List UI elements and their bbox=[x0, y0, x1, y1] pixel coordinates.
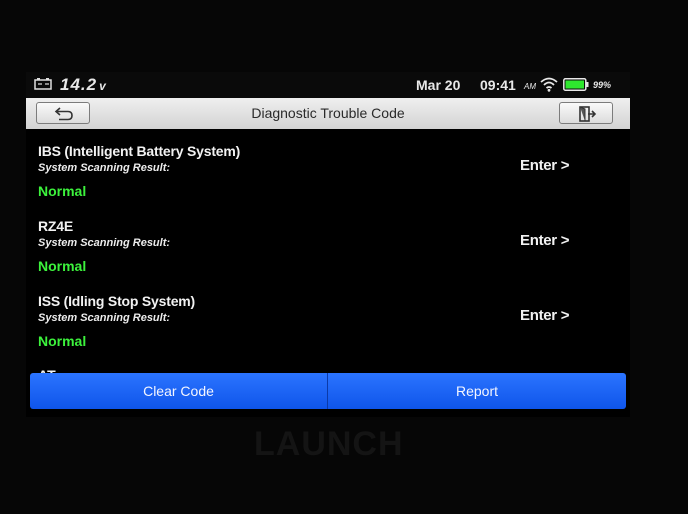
exit-door-icon bbox=[579, 106, 597, 122]
system-name: ISS (Idling Stop System) bbox=[38, 293, 195, 309]
device-screen: 14.2 v Mar 20 09:41 AM 99% Diagnostic Tr… bbox=[26, 72, 630, 417]
clear-code-button[interactable]: Clear Code bbox=[30, 373, 328, 409]
status-ampm: AM bbox=[524, 82, 536, 91]
system-item-iss[interactable]: ISS (Idling Stop System) System Scanning… bbox=[26, 293, 630, 367]
battery-percent: 99% bbox=[593, 80, 612, 90]
battery-icon bbox=[563, 78, 589, 91]
scan-result-status: Normal bbox=[38, 183, 87, 199]
voltage-readout: 14.2 v bbox=[60, 75, 107, 95]
device-photo: LAUNCH 14.2 v Mar 20 09:41 AM 99% Diagno… bbox=[0, 0, 688, 514]
battery-small-icon bbox=[34, 78, 52, 90]
scan-result-label: System Scanning Result: bbox=[38, 312, 171, 324]
scan-result-status: Normal bbox=[38, 258, 87, 274]
launch-logo: LAUNCH bbox=[254, 425, 404, 463]
title-bar: Diagnostic Trouble Code bbox=[26, 98, 630, 129]
system-name: RZ4E bbox=[38, 218, 73, 234]
exit-button[interactable] bbox=[559, 102, 613, 124]
enter-button-ibs[interactable]: Enter > bbox=[520, 157, 569, 174]
system-name: IBS (Intelligent Battery System) bbox=[38, 143, 241, 159]
scan-result-label: System Scanning Result: bbox=[38, 162, 171, 174]
scan-result-label: System Scanning Result: bbox=[38, 237, 171, 249]
system-item-rz4e[interactable]: RZ4E System Scanning Result: Normal Ente… bbox=[26, 218, 630, 292]
page-title: Diagnostic Trouble Code bbox=[251, 105, 405, 121]
system-item-ibs[interactable]: IBS (Intelligent Battery System) System … bbox=[26, 143, 630, 217]
status-bar: 14.2 v Mar 20 09:41 AM 99% bbox=[26, 72, 630, 98]
status-time: 09:41 bbox=[480, 77, 516, 93]
voltage-unit: v bbox=[99, 79, 107, 93]
enter-button-iss[interactable]: Enter > bbox=[520, 307, 569, 324]
wifi-icon bbox=[540, 77, 558, 92]
voltage-value: 14.2 bbox=[60, 75, 98, 94]
enter-button-rz4e[interactable]: Enter > bbox=[520, 232, 569, 249]
status-date: Mar 20 bbox=[416, 77, 461, 93]
bottom-action-bar: Clear Code Report bbox=[30, 373, 626, 409]
scan-result-status: Normal bbox=[38, 333, 87, 349]
report-button[interactable]: Report bbox=[328, 373, 626, 409]
